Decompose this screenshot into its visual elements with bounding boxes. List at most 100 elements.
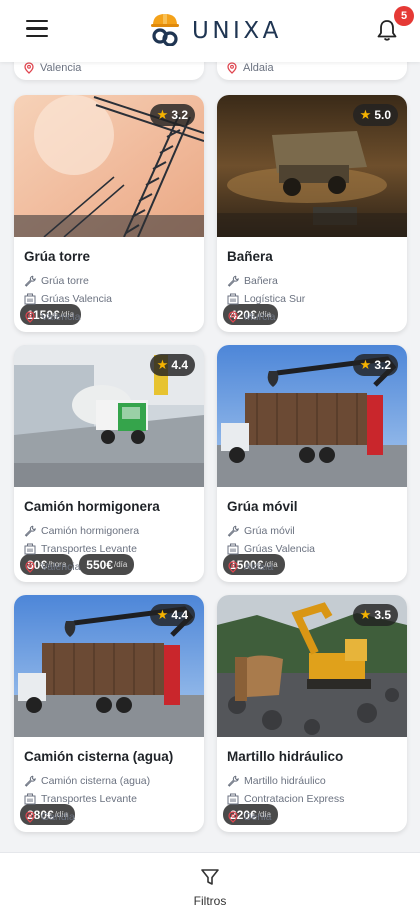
wrench-icon: [227, 525, 239, 537]
brand-name: UNIXA: [192, 17, 282, 44]
company-row: Transportes Levante: [24, 540, 194, 558]
building-icon: [227, 543, 239, 555]
rating-badge: ★ 4.4: [149, 354, 195, 376]
rating-value: 3.5: [374, 608, 391, 622]
rating-badge: ★ 5.0: [352, 104, 398, 126]
location-row: Murcia: [227, 308, 397, 326]
building-icon: [24, 293, 36, 305]
star-icon: ★: [156, 607, 169, 622]
location-row: Aldaia: [227, 558, 397, 576]
category-text: Grúa móvil: [244, 525, 295, 537]
location-pin-icon: [228, 311, 238, 323]
filters-label: Filtros: [193, 894, 227, 908]
company-row: Logística Sur: [227, 290, 397, 308]
company-text: Transportes Levante: [41, 543, 137, 555]
rating-value: 4.4: [171, 358, 188, 372]
company-text: Grúas Valencia: [41, 293, 113, 305]
company-row: Grúas Valencia: [24, 290, 194, 308]
star-icon: ★: [359, 107, 372, 122]
rating-value: 4.4: [171, 608, 188, 622]
location-pin-icon: [25, 561, 35, 573]
star-icon: ★: [359, 607, 372, 622]
rating-value: 3.2: [374, 358, 391, 372]
company-text: Transportes Levante: [41, 793, 137, 805]
listing-title: Camión hormigonera: [24, 499, 160, 514]
location-text: Aldaia: [243, 62, 274, 74]
building-icon: [227, 293, 239, 305]
listing-card[interactable]: ★ 3.5 220€/día Martillo hidráulico Martil…: [217, 595, 407, 832]
listing-card[interactable]: ★ 4.4 280€/día Camión cisterna (agua) Cam…: [14, 595, 204, 832]
location-text: Valencia: [41, 311, 81, 323]
rating-badge: ★ 3.5: [352, 604, 398, 626]
category-row: Camión cisterna (agua): [24, 772, 194, 790]
bell-icon[interactable]: [376, 18, 398, 42]
location-pin-icon: [228, 811, 238, 823]
menu-icon[interactable]: [26, 20, 48, 40]
star-icon: ★: [359, 357, 372, 372]
rating-value: 5.0: [374, 108, 391, 122]
filter-icon: [201, 869, 219, 885]
rating-badge: ★ 3.2: [352, 354, 398, 376]
star-icon: ★: [156, 357, 169, 372]
listing-title: Martillo hidráulico: [227, 749, 344, 764]
logo-helmet-icon: [150, 12, 180, 47]
app-header: UNIXA 5: [0, 0, 420, 62]
company-row: Contratacion Express: [227, 790, 397, 808]
location-pin-icon: [227, 62, 237, 74]
wrench-icon: [24, 525, 36, 537]
building-icon: [227, 793, 239, 805]
category-row: Bañera: [227, 272, 397, 290]
location-row: Gandia: [24, 808, 194, 826]
category-row: Martillo hidráulico: [227, 772, 397, 790]
location-pin-icon: [25, 811, 35, 823]
listing-title: Bañera: [227, 249, 273, 264]
location-text: Valencia: [40, 62, 82, 74]
category-text: Camión hormigonera: [41, 525, 140, 537]
location-row: Denia: [227, 808, 397, 826]
category-text: Camión cisterna (agua): [41, 775, 151, 787]
listing-title: Grúa móvil: [227, 499, 298, 514]
listing-grid[interactable]: Valencia Aldaia ★ 3.2 1150€ /día Grúa to…: [0, 62, 420, 852]
listing-card[interactable]: ★ 3.2 1150€/día Grúa torre Grúa torre Grú…: [14, 95, 204, 332]
wrench-icon: [24, 275, 36, 287]
location-pin-icon: [228, 561, 238, 573]
rating-badge: ★ 3.2: [149, 104, 195, 126]
building-icon: [24, 793, 36, 805]
company-row: Transportes Levante: [24, 790, 194, 808]
location-text: Gandia: [41, 811, 75, 823]
company-text: Grúas Valencia: [244, 543, 316, 555]
company-text: Contratacion Express: [244, 793, 345, 805]
rating-badge: ★ 4.4: [149, 604, 195, 626]
location-text: Murcia: [244, 311, 276, 323]
category-row: Grúa torre: [24, 272, 194, 290]
category-text: Martillo hidráulico: [244, 775, 326, 787]
notification-badge[interactable]: 5: [394, 6, 414, 26]
star-icon: ★: [156, 107, 169, 122]
location-pin-icon: [24, 62, 34, 74]
listing-card[interactable]: ★ 5.0 420€/día Bañera Bañera Logística Su…: [217, 95, 407, 332]
company-text: Logística Sur: [244, 293, 306, 305]
wrench-icon: [227, 275, 239, 287]
category-text: Grúa torre: [41, 275, 89, 287]
listing-title: Grúa torre: [24, 249, 91, 264]
category-row: Grúa móvil: [227, 522, 397, 540]
building-icon: [24, 543, 36, 555]
bottom-bar: Filtros: [0, 852, 420, 918]
listing-card[interactable]: ★ 3.2 1500€/día Grúa móvil Grúa móvil Grú…: [217, 345, 407, 582]
location-row: Valencia: [24, 62, 81, 74]
listing-card[interactable]: ★ 4.4 80€/hora 550€/día Camión hormigoner…: [14, 345, 204, 582]
location-pin-icon: [25, 311, 35, 323]
location-row: Aldaia: [227, 62, 274, 74]
listing-title: Camión cisterna (agua): [24, 749, 174, 764]
location-row: Valencia: [24, 558, 194, 576]
filters-button[interactable]: Filtros: [180, 867, 240, 911]
location-row: Valencia: [24, 308, 194, 326]
category-text: Bañera: [244, 275, 278, 287]
brand-logo[interactable]: UNIXA: [150, 12, 282, 47]
location-text: Aldaia: [244, 561, 274, 573]
company-row: Grúas Valencia: [227, 540, 397, 558]
rating-value: 3.2: [171, 108, 188, 122]
category-row: Camión hormigonera: [24, 522, 194, 540]
wrench-icon: [24, 775, 36, 787]
location-text: Denia: [244, 811, 272, 823]
